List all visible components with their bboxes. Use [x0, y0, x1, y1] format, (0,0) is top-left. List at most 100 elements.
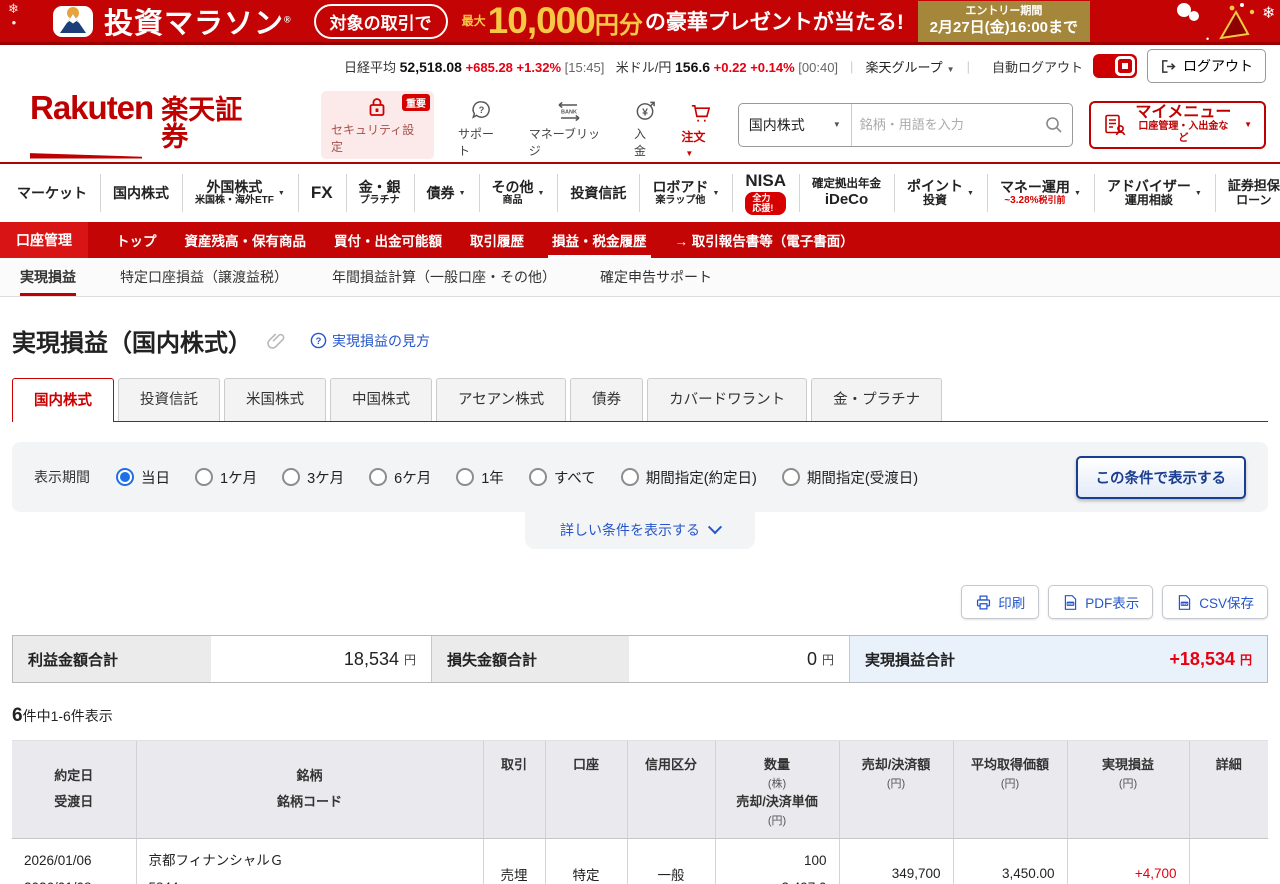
cell-account-type: 特定 — [544, 838, 627, 884]
profit-total-value: 18,534 円 — [211, 636, 431, 682]
nav-securities-loan[interactable]: 証券担保 ローン — [1214, 164, 1280, 222]
auto-logout-toggle[interactable] — [1093, 54, 1137, 78]
radio-range-settle-date[interactable]: 期間指定(受渡日) — [781, 467, 918, 488]
nav-fx[interactable]: FX — [297, 164, 346, 222]
nav-domestic-stock[interactable]: 国内株式 — [100, 164, 182, 222]
search-category-select[interactable]: 国内株式 ▼ — [739, 103, 852, 146]
account-nav-buying-power[interactable]: 買付・出金可能額 — [320, 222, 456, 258]
account-nav-trade-reports[interactable]: → 取引報告書等（電子書面） — [661, 222, 868, 258]
order-menu[interactable]: 注文 ▼ — [681, 102, 719, 159]
nav-sublabel: 投資 — [922, 193, 947, 208]
chevron-down-icon: ▼ — [712, 189, 720, 197]
tab-covered-warrant[interactable]: カバードワラント — [647, 378, 808, 421]
subtab-realized-pl[interactable]: 実現損益 — [20, 258, 76, 296]
tab-gold-platinum[interactable]: 金・プラチナ — [811, 378, 943, 421]
radio-button — [195, 468, 213, 486]
radio-1year[interactable]: 1年 — [456, 467, 504, 488]
nav-nisa[interactable]: NISA 全力応援! — [732, 164, 799, 222]
account-nav-top[interactable]: トップ — [102, 222, 171, 258]
chevron-down-icon: ▼ — [967, 189, 974, 197]
nav-other-products[interactable]: その他 商品 ▼ — [478, 164, 558, 222]
tab-asean-stock[interactable]: アセアン株式 — [436, 378, 567, 421]
tab-domestic-stock[interactable]: 国内株式 — [12, 378, 114, 422]
support-link[interactable]: ? サポート — [458, 99, 505, 159]
bank-glyph: BANK — [561, 109, 577, 115]
col-realized-pl: 実現損益 (円) — [1066, 740, 1189, 839]
csv-save-button[interactable]: CSV CSV保存 — [1162, 585, 1268, 619]
tab-us-stock[interactable]: 米国株式 — [224, 378, 326, 421]
promo-banner[interactable]: ❄ • 投資マラソン® 対象の取引で 最大 10,000円分 の豪華プレゼントが… — [0, 0, 1280, 45]
support-chat-icon: ? — [470, 99, 493, 122]
nav-foreign-stock[interactable]: 外国株式 米国株・海外ETF ▼ — [182, 164, 298, 222]
nav-sublabel: ~3.28%税引前 — [1004, 195, 1066, 207]
nav-gold-platinum[interactable]: 金・銀 プラチナ — [345, 164, 414, 222]
radio-range-trade-date[interactable]: 期間指定(約定日) — [620, 467, 757, 488]
tab-bonds[interactable]: 債券 — [570, 378, 644, 421]
svg-text:•: • — [1206, 34, 1209, 44]
radio-today[interactable]: 当日 — [116, 467, 170, 488]
radio-all[interactable]: すべて — [528, 467, 596, 488]
realized-pl-total-label: 実現損益合計 — [850, 636, 1048, 682]
apply-filter-button[interactable]: この条件で表示する — [1075, 455, 1246, 499]
nav-label: 金・銀 — [358, 179, 401, 196]
nav-point-invest[interactable]: ポイント 投資 ▼ — [894, 164, 987, 222]
campaign-amount-number: 10,000 — [487, 0, 596, 41]
deposit-link[interactable]: ¥ 入金 — [634, 99, 657, 159]
subtab-specific-account-pl[interactable]: 特定口座損益（譲渡益税） — [120, 258, 288, 296]
nav-label: 外国株式 — [206, 179, 263, 196]
help-link[interactable]: ? 実現損益の見方 — [310, 331, 430, 351]
moneybridge-link[interactable]: BANK マネーブリッジ — [529, 100, 610, 159]
order-label: 注文 ▼ — [681, 129, 706, 158]
account-nav-pl-tax-history[interactable]: 損益・税金履歴 — [538, 222, 661, 258]
registered-mark: ® — [284, 14, 292, 25]
nav-mutual-funds[interactable]: 投資信託 — [557, 164, 639, 222]
pdf-view-button[interactable]: PDF PDF表示 — [1048, 585, 1154, 619]
nav-advisor[interactable]: アドバイザー 運用相談 ▼ — [1093, 164, 1215, 222]
tab-mutual-funds[interactable]: 投資信託 — [118, 378, 220, 421]
nikkei-change: +685.28 — [465, 59, 513, 75]
cell-trade-type: 売埋 — [482, 838, 545, 884]
account-nav-trade-history[interactable]: 取引履歴 — [456, 222, 538, 258]
nav-market[interactable]: マーケット — [4, 164, 100, 222]
col-margin-type: 信用区分 — [626, 740, 715, 839]
nisa-badge: 全力応援! — [745, 191, 786, 215]
nav-label: FX — [310, 183, 333, 203]
nav-money-management[interactable]: マネー運用 ~3.28%税引前 ▼ — [986, 164, 1094, 222]
svg-text:PDF: PDF — [1068, 602, 1074, 606]
chevron-down-icon: ▼ — [832, 120, 841, 129]
deposit-label: 入金 — [634, 126, 647, 158]
nav-label: マーケット — [17, 184, 87, 201]
paperclip-icon[interactable] — [266, 330, 286, 352]
security-settings-link[interactable]: 重要 セキュリティ設定 — [321, 90, 434, 159]
subtab-annual-pl[interactable]: 年間損益計算（一般口座・その他） — [332, 258, 556, 296]
mymenu-button[interactable]: マイメニュー 口座管理・入出金など ▼ — [1088, 100, 1266, 149]
tab-china-stock[interactable]: 中国株式 — [330, 378, 432, 421]
show-detail-conditions-link[interactable]: 詳しい条件を表示する — [525, 512, 755, 549]
nikkei-value: 52,518.08 — [399, 58, 462, 75]
nav-roboadvisor[interactable]: ロボアド 楽ラップ他 ▼ — [639, 164, 732, 222]
rakuten-group-menu[interactable]: 楽天グループ ▼ — [865, 57, 954, 76]
chevron-down-icon: ▼ — [1194, 189, 1202, 197]
nav-ideco[interactable]: 確定拠出年金 iDeCo — [799, 164, 894, 222]
nav-bonds[interactable]: 債券 ▼ — [413, 164, 479, 222]
print-button[interactable]: 印刷 — [961, 585, 1040, 619]
yen-deposit-icon: ¥ — [634, 99, 657, 122]
campaign-condition-pill: 対象の取引で — [313, 3, 448, 39]
search-input[interactable] — [851, 117, 1044, 132]
col-settlement-amount: 売却/決済額 (円) — [838, 740, 953, 839]
nav-sublabel: 米国株・海外ETF — [195, 195, 274, 207]
account-nav-root[interactable]: 口座管理 — [0, 222, 88, 258]
auto-logout-label: 自動ログアウト — [991, 59, 1083, 75]
search-icon[interactable] — [1044, 115, 1064, 135]
radio-3months[interactable]: 3ケ月 — [282, 467, 344, 488]
radio-1month[interactable]: 1ケ月 — [195, 467, 257, 488]
account-nav-balance[interactable]: 資産残高・保有商品 — [171, 222, 321, 258]
radio-6months[interactable]: 6ケ月 — [369, 467, 431, 488]
logout-button[interactable]: ログアウト — [1147, 49, 1266, 83]
nav-sublabel: 楽ラップ他 — [655, 195, 706, 207]
col-quantity-price: 数量 (株) 売却/決済単価 (円) — [714, 740, 839, 839]
campaign-title: 投資マラソン® — [104, 0, 292, 42]
col-avg-cost: 平均取得価額 (円) — [952, 740, 1067, 839]
subtab-tax-support[interactable]: 確定申告サポート — [600, 258, 712, 296]
rakuten-logo[interactable]: Rakuten 楽天証券 — [30, 91, 265, 159]
